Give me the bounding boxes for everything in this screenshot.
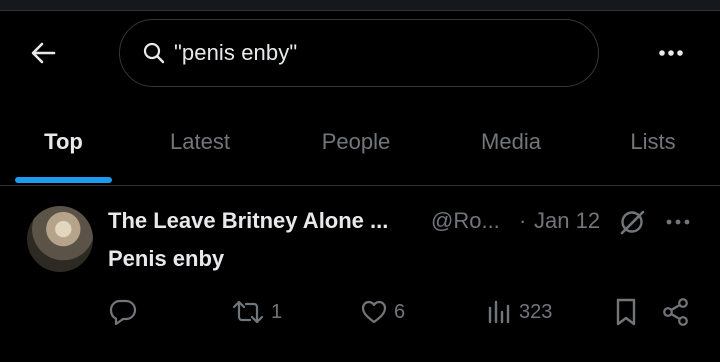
views-button[interactable]: 323 <box>487 296 552 328</box>
back-button[interactable] <box>26 38 60 68</box>
views-icon <box>488 300 510 324</box>
retweet-button[interactable]: 1 <box>231 296 282 328</box>
tab-top[interactable]: Top <box>15 112 112 186</box>
share-icon <box>663 298 688 326</box>
avatar[interactable] <box>27 206 93 272</box>
back-arrow-icon <box>31 42 56 64</box>
share-button[interactable] <box>662 296 690 328</box>
search-tabs: Top Latest People Media Lists <box>0 112 720 186</box>
tab-latest[interactable]: Latest <box>150 112 250 186</box>
handle[interactable]: @Ro... <box>431 208 500 234</box>
tweet[interactable]: The Leave Britney Alone ... @Ro... · Jan… <box>0 186 720 362</box>
active-tab-indicator <box>15 177 112 183</box>
retweet-icon <box>232 300 264 324</box>
retweet-count: 1 <box>271 300 283 323</box>
grok-icon[interactable] <box>618 208 646 236</box>
reply-icon <box>109 299 137 326</box>
bookmark-icon <box>616 298 636 326</box>
views-count: 323 <box>519 300 553 323</box>
separator-dot: · <box>519 208 527 233</box>
top-status-strip <box>0 0 720 11</box>
search-icon <box>142 41 166 65</box>
more-options-button[interactable] <box>654 38 688 68</box>
more-icon <box>659 50 683 56</box>
tweet-text: Penis enby <box>108 246 225 271</box>
bookmark-button[interactable] <box>614 296 638 328</box>
tweet-more-button[interactable] <box>663 208 693 236</box>
search-input[interactable]: "penis enby" <box>174 40 297 66</box>
tweet-date[interactable]: Jan 12 <box>534 208 600 234</box>
tab-media[interactable]: Media <box>461 112 561 186</box>
tab-people[interactable]: People <box>301 112 411 186</box>
display-name[interactable]: The Leave Britney Alone ... <box>108 208 388 234</box>
like-icon <box>361 300 387 324</box>
reply-button[interactable] <box>108 296 138 328</box>
like-button[interactable]: 6 <box>360 296 405 328</box>
search-box[interactable]: "penis enby" <box>119 19 599 87</box>
more-icon <box>666 219 690 225</box>
tab-lists[interactable]: Lists <box>610 112 696 186</box>
like-count: 6 <box>394 300 406 323</box>
